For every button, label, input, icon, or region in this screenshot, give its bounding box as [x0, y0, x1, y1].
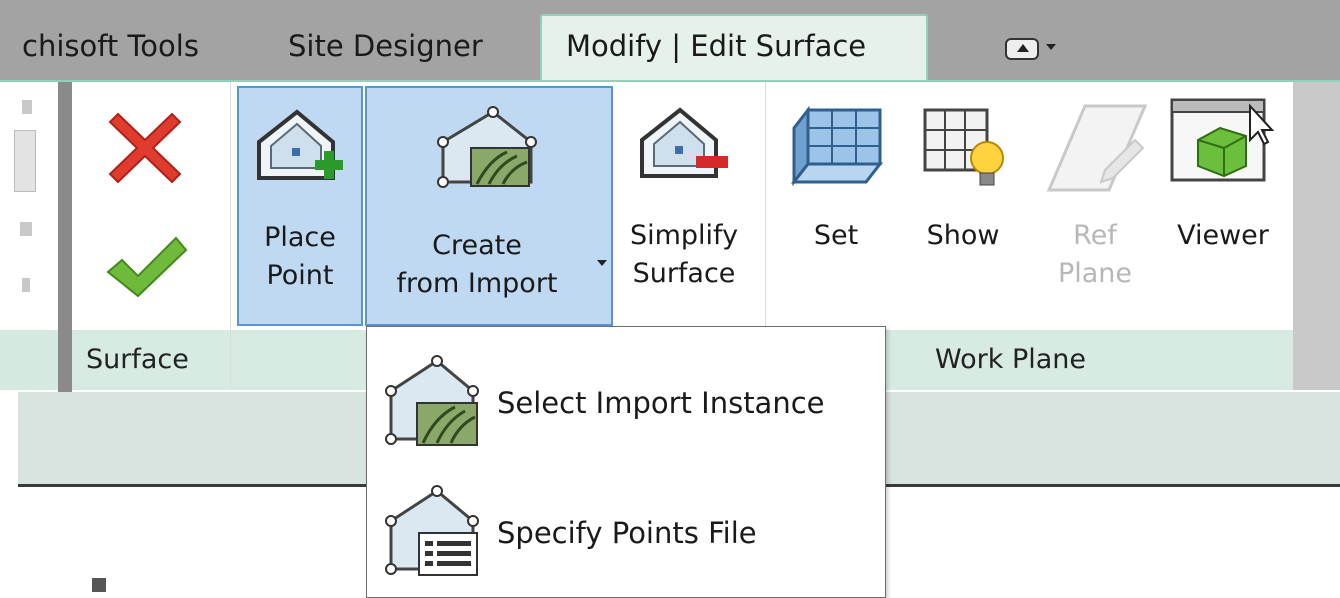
show-label: Show	[926, 220, 1000, 251]
stub-icon	[14, 130, 36, 192]
viewer-label: Viewer	[1177, 220, 1269, 251]
stub-icon	[22, 100, 32, 114]
cancel-edit-button[interactable]	[100, 100, 190, 190]
red-x-icon	[108, 112, 182, 184]
menu-item-specify-points-file[interactable]: Specify Points File	[367, 475, 885, 595]
panel-separator	[230, 82, 231, 390]
simplify-surface-button[interactable]: Simplify Surface	[618, 86, 750, 326]
select-import-instance-label: Select Import Instance	[497, 386, 825, 420]
viewer-button[interactable]: Viewer	[1160, 86, 1286, 326]
tab-modify-edit-surface[interactable]: Modify | Edit Surface	[540, 14, 928, 84]
show-plane-icon	[923, 108, 1004, 186]
menu-item-select-import-instance[interactable]: Select Import Instance	[367, 345, 885, 465]
panel-label-bar	[0, 330, 58, 390]
minimize-ribbon-icon[interactable]	[1005, 38, 1039, 60]
place-point-label: Point	[266, 260, 334, 291]
set-work-plane-button[interactable]: Set	[780, 86, 892, 326]
place-point-button[interactable]: Place Point	[237, 86, 363, 326]
create-from-import-label: from Import	[396, 268, 558, 299]
simplify-surface-label: Simplify	[629, 220, 739, 251]
import-instance-icon	[385, 355, 479, 446]
stub-icon	[20, 222, 32, 236]
simplify-surface-label: Surface	[632, 258, 736, 289]
work-plane-panel-title: Work Plane	[935, 344, 1087, 375]
create-from-import-menu: Select Import Instance Specify Points Fi…	[366, 326, 886, 598]
tab-archisoft-tools[interactable]: chisoft Tools	[22, 18, 199, 74]
simplify-surface-icon	[640, 107, 728, 178]
create-from-import-label: Create	[432, 230, 522, 261]
place-point-icon	[257, 109, 343, 180]
panel-divider	[58, 82, 72, 392]
dropdown-arrow-icon[interactable]	[597, 260, 607, 266]
import-surface-icon	[437, 106, 537, 188]
specify-points-file-label: Specify Points File	[497, 516, 757, 550]
ref-plane-button: Ref Plane	[1035, 86, 1155, 326]
show-work-plane-button[interactable]: Show	[905, 86, 1021, 326]
finish-edit-button[interactable]	[100, 222, 190, 312]
ref-plane-label: Ref	[1073, 220, 1117, 251]
ribbon-right-edge	[1293, 82, 1340, 390]
place-point-label: Place	[264, 222, 336, 253]
set-plane-icon	[790, 105, 884, 187]
viewer-icon	[1170, 98, 1275, 182]
tab-site-designer[interactable]: Site Designer	[288, 18, 483, 74]
create-from-import-button[interactable]: Create from Import	[365, 86, 613, 326]
ref-plane-icon	[1046, 104, 1148, 192]
points-file-icon	[385, 485, 479, 576]
green-check-icon	[106, 236, 188, 298]
chevron-down-icon[interactable]	[1046, 44, 1056, 50]
set-label: Set	[813, 220, 859, 251]
stub-icon	[22, 278, 30, 292]
ref-plane-label: Plane	[1057, 258, 1133, 289]
surface-panel-title: Surface	[86, 344, 189, 375]
left-margin	[0, 392, 18, 598]
bullet-marker	[92, 578, 106, 592]
